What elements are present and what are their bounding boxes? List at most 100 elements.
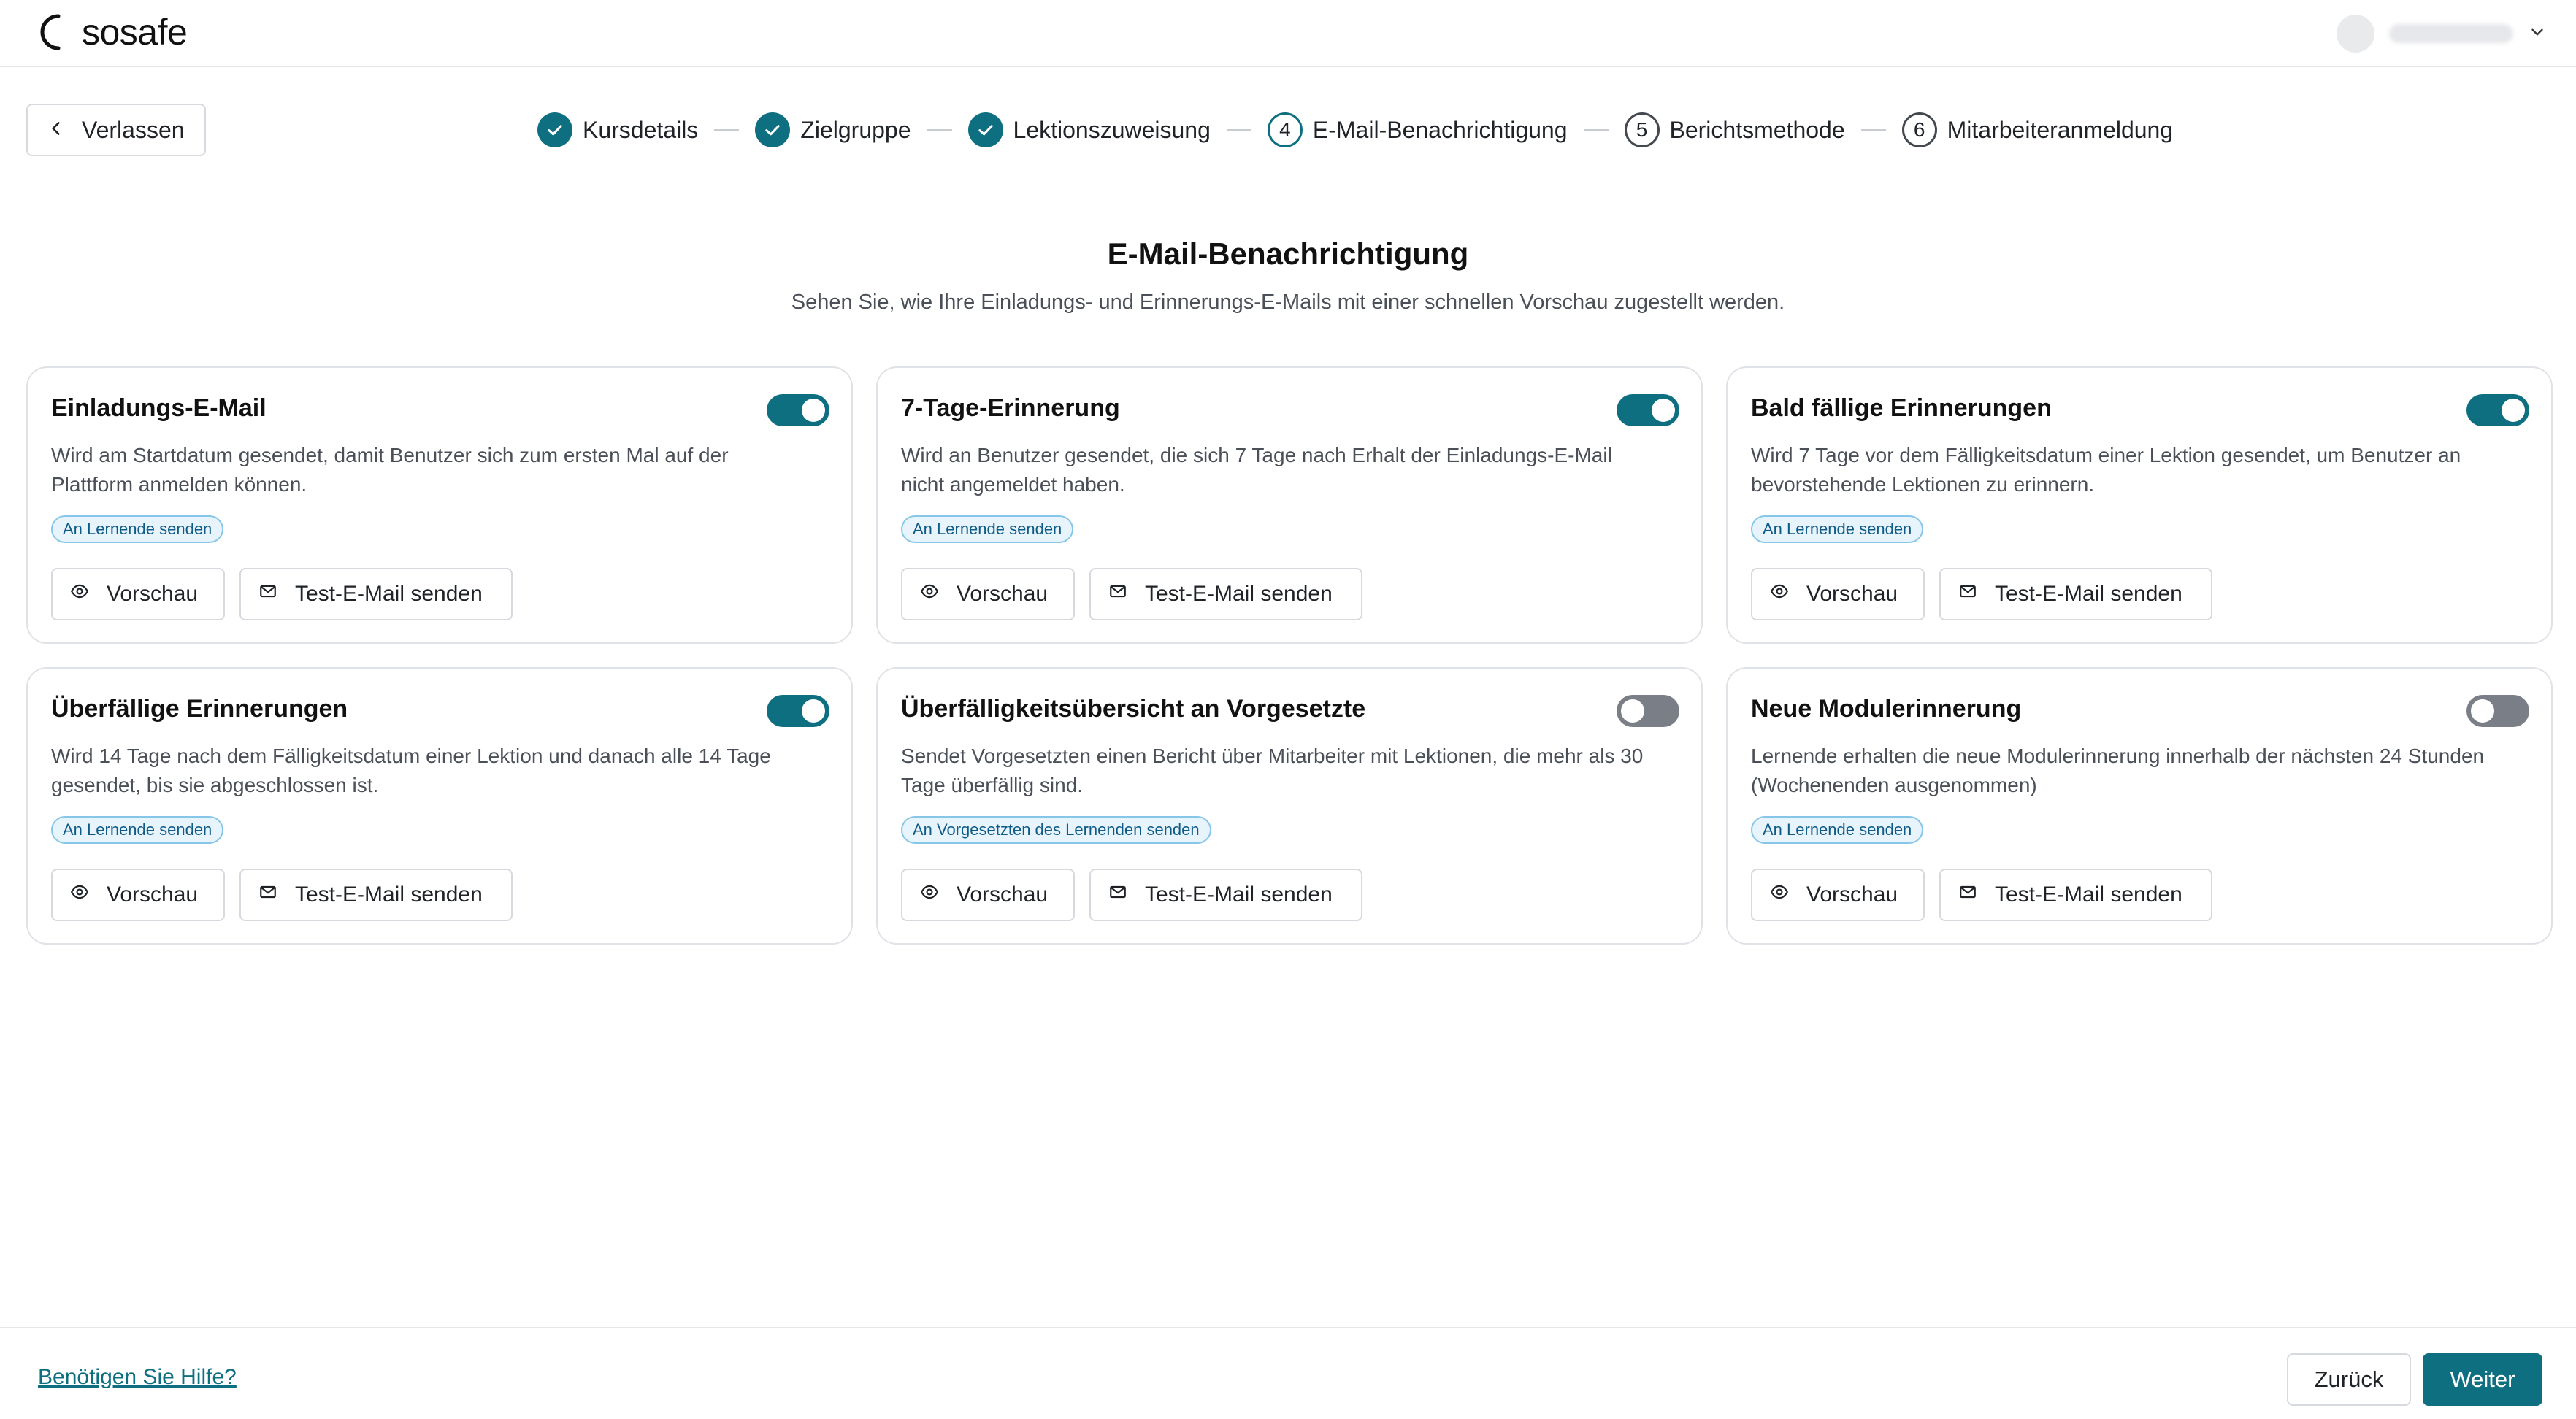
chevron-down-icon[interactable] <box>2528 23 2547 45</box>
recipient-badge: An Lernende senden <box>1751 515 1924 543</box>
card-title: Neue Modulerinnerung <box>1751 695 2022 723</box>
step-berichtsmethode[interactable]: 5 Berichtsmethode <box>1624 112 1845 147</box>
step-label: Berichtsmethode <box>1669 116 1845 143</box>
step-email-benachrichtigung[interactable]: 4 E-Mail-Benachrichtigung <box>1267 112 1568 147</box>
email-card-manager-overdue-summary: Überfälligkeitsübersicht an Vorgesetzte … <box>876 667 1703 945</box>
next-button[interactable]: Weiter <box>2423 1353 2542 1406</box>
avatar <box>2337 15 2374 53</box>
page-subtitle: Sehen Sie, wie Ihre Einladungs- und Erin… <box>791 291 1785 314</box>
recipient-badge: An Lernende senden <box>1751 816 1924 844</box>
step-label: Lektionszuweisung <box>1013 116 1211 143</box>
back-button[interactable]: Zurück <box>2287 1353 2411 1406</box>
card-title: Bald fällige Erinnerungen <box>1751 394 2052 422</box>
recipient-badge: An Vorgesetzten des Lernenden senden <box>901 816 1211 844</box>
top-bar: sosafe <box>0 0 2576 67</box>
card-title: 7-Tage-Erinnerung <box>901 394 1120 422</box>
send-test-label: Test-E-Mail senden <box>1995 582 2182 606</box>
check-icon <box>755 112 791 147</box>
send-test-label: Test-E-Mail senden <box>1995 882 2182 907</box>
help-link[interactable]: Benötigen Sie Hilfe? <box>38 1365 237 1390</box>
step-kursdetails[interactable]: Kursdetails <box>537 112 698 147</box>
card-title: Einladungs-E-Mail <box>51 394 267 422</box>
preview-label: Vorschau <box>1806 582 1898 606</box>
step-label: Mitarbeiteranmeldung <box>1947 116 2174 143</box>
eye-icon <box>920 582 939 607</box>
step-number: 6 <box>1901 112 1937 147</box>
preview-button[interactable]: Vorschau <box>901 568 1075 620</box>
check-icon <box>967 112 1003 147</box>
preview-button[interactable]: Vorschau <box>51 869 225 921</box>
email-card-due-soon: Bald fällige Erinnerungen Wird 7 Tage vo… <box>1726 366 2553 644</box>
preview-label: Vorschau <box>957 582 1049 606</box>
card-title: Überfälligkeitsübersicht an Vorgesetzte <box>901 695 1366 723</box>
preview-label: Vorschau <box>107 582 199 606</box>
preview-label: Vorschau <box>1806 882 1898 907</box>
card-description: Wird an Benutzer gesendet, die sich 7 Ta… <box>901 444 1612 496</box>
step-label: Zielgruppe <box>800 116 911 143</box>
preview-button[interactable]: Vorschau <box>1751 568 1925 620</box>
email-card-new-module-reminder: Neue Modulerinnerung Lernende erhalten d… <box>1726 667 2553 945</box>
step-mitarbeiteranmeldung[interactable]: 6 Mitarbeiteranmeldung <box>1901 112 2174 147</box>
user-name-redacted <box>2389 24 2513 43</box>
enable-toggle[interactable] <box>767 695 829 727</box>
send-test-email-button[interactable]: Test-E-Mail senden <box>239 869 513 921</box>
eye-icon <box>1770 582 1789 607</box>
mail-icon <box>1958 582 1977 607</box>
preview-button[interactable]: Vorschau <box>901 869 1075 921</box>
preview-label: Vorschau <box>957 882 1049 907</box>
step-divider <box>1583 129 1609 131</box>
step-divider <box>1860 129 1886 131</box>
mail-icon <box>258 882 277 907</box>
recipient-badge: An Lernende senden <box>901 515 1074 543</box>
card-description: Wird 7 Tage vor dem Fälligkeitsdatum ein… <box>1751 444 2461 496</box>
step-divider <box>714 129 740 131</box>
recipient-badge: An Lernende senden <box>51 515 224 543</box>
card-description: Lernende erhalten die neue Modulerinneru… <box>1751 745 2485 796</box>
eye-icon <box>1770 882 1789 907</box>
email-cards-grid: Einladungs-E-Mail Wird am Startdatum ges… <box>26 366 2553 945</box>
enable-toggle[interactable] <box>2466 695 2529 727</box>
eye-icon <box>920 882 939 907</box>
sosafe-logo[interactable]: sosafe <box>37 10 188 54</box>
send-test-label: Test-E-Mail senden <box>295 882 483 907</box>
leave-button[interactable]: Verlassen <box>26 104 206 156</box>
step-divider <box>927 129 952 131</box>
sosafe-logo-icon <box>40 14 61 50</box>
send-test-email-button[interactable]: Test-E-Mail senden <box>1939 568 2212 620</box>
card-description: Wird 14 Tage nach dem Fälligkeitsdatum e… <box>51 745 771 796</box>
leave-label: Verlassen <box>82 116 185 143</box>
send-test-label: Test-E-Mail senden <box>1145 882 1333 907</box>
mail-icon <box>1108 582 1127 607</box>
preview-button[interactable]: Vorschau <box>1751 869 1925 921</box>
page-title: E-Mail-Benachrichtigung <box>1107 236 1469 271</box>
send-test-email-button[interactable]: Test-E-Mail senden <box>1089 869 1362 921</box>
preview-button[interactable]: Vorschau <box>51 568 225 620</box>
enable-toggle[interactable] <box>2466 394 2529 426</box>
send-test-email-button[interactable]: Test-E-Mail senden <box>239 568 513 620</box>
step-lektionszuweisung[interactable]: Lektionszuweisung <box>967 112 1211 147</box>
send-test-email-button[interactable]: Test-E-Mail senden <box>1089 568 1362 620</box>
enable-toggle[interactable] <box>1617 695 1679 727</box>
send-test-label: Test-E-Mail senden <box>295 582 483 606</box>
step-label: E-Mail-Benachrichtigung <box>1312 116 1568 143</box>
email-card-7-day-reminder: 7-Tage-Erinnerung Wird an Benutzer gesen… <box>876 366 1703 644</box>
step-number: 4 <box>1267 112 1303 147</box>
enable-toggle[interactable] <box>1617 394 1679 426</box>
eye-icon <box>70 882 89 907</box>
enable-toggle[interactable] <box>767 394 829 426</box>
card-description: Sendet Vorgesetzten einen Bericht über M… <box>901 745 1644 796</box>
step-label: Kursdetails <box>583 116 699 143</box>
chevron-left-icon <box>47 117 66 144</box>
mail-icon <box>258 582 277 607</box>
card-description: Wird am Startdatum gesendet, damit Benut… <box>51 444 729 496</box>
email-card-invitation: Einladungs-E-Mail Wird am Startdatum ges… <box>26 366 853 644</box>
progress-stepper: Kursdetails Zielgruppe Lektionszuweisung… <box>537 109 2173 150</box>
step-zielgruppe[interactable]: Zielgruppe <box>755 112 911 147</box>
email-card-overdue: Überfällige Erinnerungen Wird 14 Tage na… <box>26 667 853 945</box>
step-number: 5 <box>1624 112 1660 147</box>
user-menu[interactable] <box>2337 12 2547 55</box>
mail-icon <box>1108 882 1127 907</box>
send-test-email-button[interactable]: Test-E-Mail senden <box>1939 869 2212 921</box>
recipient-badge: An Lernende senden <box>51 816 224 844</box>
send-test-label: Test-E-Mail senden <box>1145 582 1333 606</box>
